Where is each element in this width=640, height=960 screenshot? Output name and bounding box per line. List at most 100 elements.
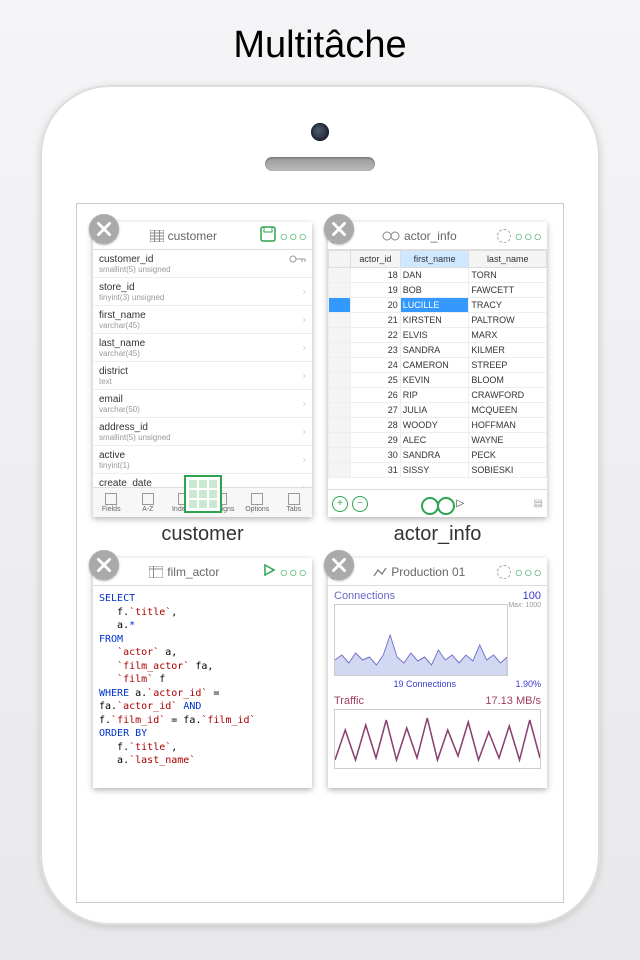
remove-row-button[interactable]: − (352, 496, 368, 512)
traffic-chart (334, 709, 541, 769)
field-type: varchar(50) (99, 405, 306, 414)
card-header: actor_info ○○○ (328, 222, 547, 250)
chart-icon (373, 566, 387, 578)
field-list: customer_idsmallint(5) unsignedstore_idt… (93, 250, 312, 487)
field-name: store_id (99, 282, 306, 293)
close-button-production[interactable] (324, 550, 354, 580)
clock-icon[interactable] (497, 565, 511, 579)
grid-icon[interactable] (184, 475, 222, 513)
phone-speaker (265, 157, 375, 171)
table-row[interactable]: 24CAMERONSTREEP (329, 358, 547, 373)
table-row[interactable]: 20LUCILLETRACY (329, 298, 547, 313)
table-row[interactable]: 31SISSYSOBIESKI (329, 463, 547, 478)
glasses-icon[interactable] (421, 497, 455, 515)
phone-frame: customer ○○○ customer_idsmallint(5) unsi… (40, 85, 600, 925)
list-icon[interactable]: ▤ (534, 498, 543, 509)
chevron-icon: › (303, 426, 306, 437)
traffic-value: 17.13 MB/s (485, 695, 541, 707)
glasses-icon (382, 231, 400, 241)
field-name: active (99, 450, 306, 461)
field-type: varchar(45) (99, 321, 306, 330)
field-name: customer_id (99, 254, 306, 265)
add-row-button[interactable]: + (332, 496, 348, 512)
chevron-icon: › (303, 370, 306, 381)
field-type: smallint(5) unsigned (99, 265, 306, 274)
table-row[interactable]: 21KIRSTENPALTROW (329, 313, 547, 328)
connections-chart (334, 604, 508, 676)
field-name: first_name (99, 310, 306, 321)
connections-max: Max: 1000 (508, 602, 541, 609)
play-icon[interactable] (262, 563, 276, 580)
more-icon[interactable]: ○○○ (280, 228, 308, 244)
field-name: last_name (99, 338, 306, 349)
save-icon[interactable] (260, 226, 276, 245)
tab-a-z[interactable]: A-Z (130, 488, 167, 517)
more-icon[interactable]: ○○○ (515, 564, 543, 580)
tab-tabs[interactable]: Tabs (276, 488, 313, 517)
field-row[interactable]: first_namevarchar(45)› (93, 306, 312, 334)
column-header[interactable]: actor_id (351, 251, 401, 268)
card-title: customer (111, 229, 256, 243)
field-row[interactable]: address_idsmallint(5) unsigned› (93, 418, 312, 446)
close-button-film-actor[interactable] (89, 550, 119, 580)
close-icon (97, 222, 111, 236)
cell-production: Production 01 ○○○ Connections 100 Max: 1… (320, 552, 555, 794)
phone-screen: customer ○○○ customer_idsmallint(5) unsi… (76, 203, 564, 903)
tab-fields[interactable]: Fields (93, 488, 130, 517)
close-button-customer[interactable] (89, 214, 119, 244)
field-type: text (99, 377, 306, 386)
field-name: district (99, 366, 306, 377)
close-icon (332, 222, 346, 236)
connections-value: 100 (523, 590, 541, 602)
field-row[interactable]: customer_idsmallint(5) unsigned (93, 250, 312, 278)
card-title-text: actor_info (404, 229, 457, 243)
sql-editor[interactable]: SELECT f.`title`, a.* FROM `actor` a, `f… (93, 586, 312, 774)
table-row[interactable]: 26RIPCRAWFORD (329, 388, 547, 403)
field-row[interactable]: store_idtinyint(3) unsigned› (93, 278, 312, 306)
data-table[interactable]: actor_idfirst_namelast_name18DANTORN19BO… (328, 250, 547, 478)
card-label: customer (93, 523, 312, 546)
table-row[interactable]: 29ALECWAYNE (329, 433, 547, 448)
table-row[interactable]: 23SANDRAKILMER (329, 343, 547, 358)
table-row[interactable]: 30SANDRAPECK (329, 448, 547, 463)
card-actor-info[interactable]: actor_info ○○○ actor_idfirst_namelast_na… (328, 222, 547, 517)
more-icon[interactable]: ○○○ (515, 228, 543, 244)
connections-caption: 19 Connections 1.90% (334, 679, 541, 689)
card-title-text: Production 01 (391, 565, 465, 579)
field-type: tinyint(3) unsigned (99, 293, 306, 302)
card-production[interactable]: Production 01 ○○○ Connections 100 Max: 1… (328, 558, 547, 788)
field-name: email (99, 394, 306, 405)
field-type: smallint(5) unsigned (99, 433, 306, 442)
card-film-actor[interactable]: film_actor ○○○ SELECT f.`title`, a.* FRO… (93, 558, 312, 788)
page-title: Multitâche (0, 0, 640, 85)
chevron-icon: › (303, 286, 306, 297)
table-row[interactable]: 27JULIAMCQUEEN (329, 403, 547, 418)
card-title: actor_info (346, 229, 493, 243)
field-row[interactable]: last_namevarchar(45)› (93, 334, 312, 362)
data-table-wrap: actor_idfirst_namelast_name18DANTORN19BO… (328, 250, 547, 489)
table-row[interactable]: 18DANTORN (329, 268, 547, 283)
field-type: tinyint(1) (99, 461, 306, 470)
more-icon[interactable]: ○○○ (280, 564, 308, 580)
multitask-grid: customer ○○○ customer_idsmallint(5) unsi… (77, 204, 563, 806)
field-row[interactable]: districttext› (93, 362, 312, 390)
column-header[interactable]: last_name (469, 251, 547, 268)
field-row[interactable]: activetinyint(1)› (93, 446, 312, 474)
field-name: address_id (99, 422, 306, 433)
cell-actor-info: actor_info ○○○ actor_idfirst_namelast_na… (320, 216, 555, 552)
close-icon (332, 558, 346, 572)
chevron-icon: › (303, 342, 306, 353)
cell-film-actor: film_actor ○○○ SELECT f.`title`, a.* FRO… (85, 552, 320, 794)
table-row[interactable]: 25KEVINBLOOM (329, 373, 547, 388)
card-customer[interactable]: customer ○○○ customer_idsmallint(5) unsi… (93, 222, 312, 517)
clock-icon[interactable] (497, 229, 511, 243)
table-row[interactable]: 22ELVISMARX (329, 328, 547, 343)
table-icon (149, 566, 163, 578)
close-button-actor-info[interactable] (324, 214, 354, 244)
column-header[interactable]: first_name (400, 251, 469, 268)
card-title-text: film_actor (167, 565, 219, 579)
table-row[interactable]: 19BOBFAWCETT (329, 283, 547, 298)
field-row[interactable]: emailvarchar(50)› (93, 390, 312, 418)
table-row[interactable]: 28WOODYHOFFMAN (329, 418, 547, 433)
tab-options[interactable]: Options (239, 488, 276, 517)
